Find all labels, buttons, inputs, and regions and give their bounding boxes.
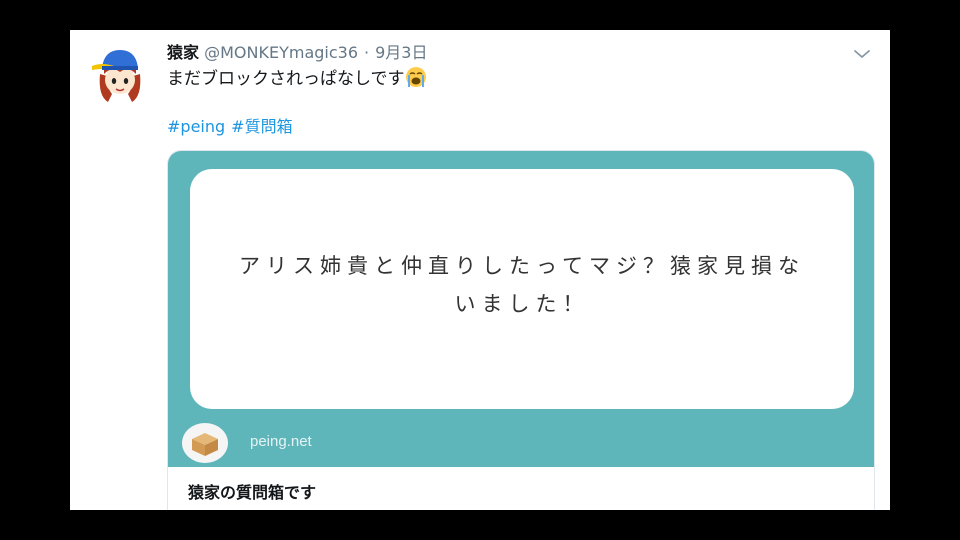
chevron-down-icon[interactable] bbox=[852, 44, 872, 64]
separator-dot: · bbox=[364, 43, 370, 62]
avatar[interactable] bbox=[90, 44, 150, 104]
hashtag-peing[interactable]: #peing bbox=[167, 117, 225, 136]
tweet-text-body: まだブロックされっぱなしです bbox=[167, 69, 405, 89]
link-preview-card[interactable]: アリス姉貴と仲直りしたってマジ？猿家見損な いました！ peing.net 猿家… bbox=[167, 150, 875, 510]
user-handle[interactable]: @MONKEYmagic36 bbox=[204, 43, 358, 62]
tweet-card[interactable]: 猿家 @MONKEYmagic36 · 9月3日 まだブロックされっぱなしです #p… bbox=[70, 30, 890, 510]
question-line-1: アリス姉貴と仲直りしたってマジ？猿家見損な bbox=[239, 254, 805, 278]
card-title[interactable]: 猿家の質問箱です bbox=[188, 479, 316, 503]
question-box: アリス姉貴と仲直りしたってマジ？猿家見損な いました！ bbox=[190, 169, 854, 409]
question-text: アリス姉貴と仲直りしたってマジ？猿家見損な いました！ bbox=[220, 247, 824, 323]
card-domain: peing.net bbox=[250, 433, 312, 450]
tweet-text: まだブロックされっぱなしです bbox=[167, 66, 427, 91]
hashtags: #peing #質問箱 bbox=[167, 116, 299, 138]
tweet-header: 猿家 @MONKEYmagic36 · 9月3日 bbox=[167, 42, 427, 64]
question-line-2: いました！ bbox=[454, 292, 590, 316]
cardboard-box-icon bbox=[182, 423, 228, 463]
loudly-crying-face-icon bbox=[405, 67, 426, 87]
tweet-date[interactable]: 9月3日 bbox=[375, 43, 427, 62]
hashtag-shitsumonbako[interactable]: #質問箱 bbox=[231, 117, 292, 136]
card-image: アリス姉貴と仲直りしたってマジ？猿家見損な いました！ peing.net bbox=[168, 151, 874, 467]
display-name[interactable]: 猿家 bbox=[167, 43, 199, 62]
